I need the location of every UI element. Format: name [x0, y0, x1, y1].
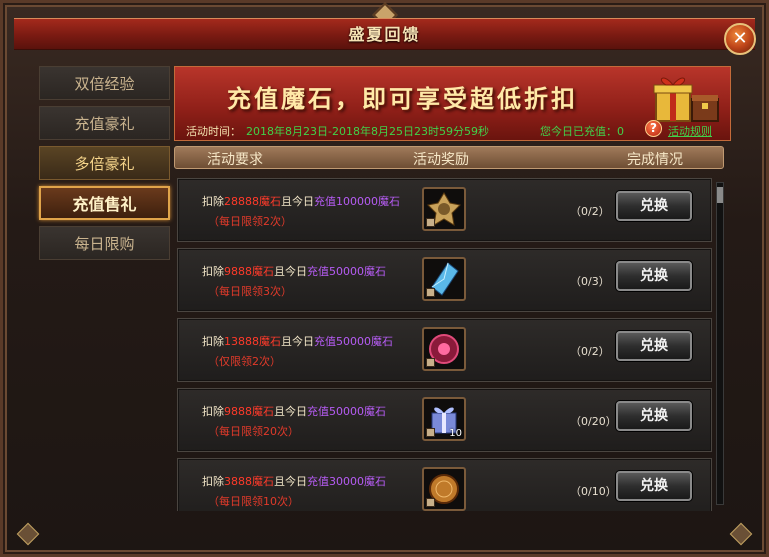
limit-text: （每日限领3次） [208, 285, 292, 298]
time-label: 活动时间： [186, 125, 241, 138]
reward-list: 扣除28888魔石且今日充值100000魔石 （每日限领2次） （0/2） 兑换… [174, 176, 714, 511]
tab-recharge-sale[interactable]: 充值售礼 [39, 186, 170, 220]
list-item: 扣除3888魔石且今日充值30000魔石 （每日限领10次） （0/10） 兑换 [177, 458, 712, 511]
limit-text: （每日限领2次） [208, 215, 292, 228]
col-requirement: 活动要求 [207, 152, 263, 168]
time-range: 2018年8月23日-2018年8月25日23时59分59秒 [246, 125, 489, 138]
window-title: 盛夏回馈 [348, 25, 421, 44]
scroll-thumb[interactable] [717, 187, 723, 203]
requirement-text: 扣除9888魔石且今日充值50000魔石 [202, 405, 386, 418]
reward-slot[interactable] [422, 257, 466, 301]
list-item: 扣除13888魔石且今日充值50000魔石 （仅限领2次） （0/2） 兑换 [177, 318, 712, 382]
tab-double-exp[interactable]: 双倍经验 [39, 66, 170, 100]
charged-today: 您今日已充值：0 [540, 125, 624, 138]
progress-count: （0/2） [570, 345, 610, 358]
lock-icon [426, 358, 435, 367]
rules-link[interactable]: 活动规则 [668, 123, 712, 139]
col-status: 完成情况 [627, 152, 683, 168]
title-bar: 盛夏回馈 [14, 18, 755, 50]
limit-text: （每日限领20次） [208, 425, 299, 438]
column-header: 活动要求 活动奖励 完成情况 [174, 146, 724, 169]
requirement-text: 扣除3888魔石且今日充值30000魔石 [202, 475, 386, 488]
banner-headline: 充值魔石，即可享受超低折扣 [227, 85, 578, 113]
sidebar-tabs: 双倍经验 充值豪礼 多倍豪礼 充值售礼 每日限购 [39, 66, 170, 266]
progress-count: （0/10） [570, 485, 617, 498]
lock-icon [426, 218, 435, 227]
tab-recharge-gift[interactable]: 充值豪礼 [39, 106, 170, 140]
tab-daily-limit[interactable]: 每日限购 [39, 226, 170, 260]
progress-count: （0/20） [570, 415, 617, 428]
requirement-text: 扣除28888魔石且今日充值100000魔石 [202, 195, 400, 208]
list-item: 扣除28888魔石且今日充值100000魔石 （每日限领2次） （0/2） 兑换 [177, 178, 712, 242]
progress-count: （0/3） [570, 275, 610, 288]
lock-icon [426, 288, 435, 297]
reward-slot[interactable]: 10 [422, 397, 466, 441]
gift-icon [653, 77, 719, 122]
lock-icon [426, 428, 435, 437]
reward-slot[interactable] [422, 327, 466, 371]
limit-text: （仅限领2次） [208, 355, 281, 368]
reward-slot[interactable] [422, 467, 466, 511]
close-button[interactable]: ✕ [724, 23, 756, 55]
redeem-button[interactable]: 兑换 [616, 471, 692, 501]
reward-slot[interactable] [422, 187, 466, 231]
lock-icon [426, 498, 435, 507]
redeem-button[interactable]: 兑换 [616, 331, 692, 361]
redeem-button[interactable]: 兑换 [616, 401, 692, 431]
requirement-text: 扣除13888魔石且今日充值50000魔石 [202, 335, 393, 348]
list-scrollbar[interactable] [716, 182, 724, 505]
progress-count: （0/2） [570, 205, 610, 218]
limit-text: （每日限领10次） [208, 495, 299, 508]
list-item: 扣除9888魔石且今日充值50000魔石 （每日限领20次） 10 （0/20）… [177, 388, 712, 452]
tab-multi-gift[interactable]: 多倍豪礼 [39, 146, 170, 180]
help-icon[interactable]: ? [645, 120, 662, 137]
list-item: 扣除9888魔石且今日充值50000魔石 （每日限领3次） （0/3） 兑换 [177, 248, 712, 312]
close-icon: ✕ [732, 28, 748, 49]
redeem-button[interactable]: 兑换 [616, 261, 692, 291]
item-quantity: 10 [449, 428, 462, 439]
requirement-text: 扣除9888魔石且今日充值50000魔石 [202, 265, 386, 278]
col-reward: 活动奖励 [413, 152, 469, 168]
redeem-button[interactable]: 兑换 [616, 191, 692, 221]
activity-info: 活动时间： 2018年8月23日-2018年8月25日23时59分59秒 您今日… [174, 120, 731, 140]
